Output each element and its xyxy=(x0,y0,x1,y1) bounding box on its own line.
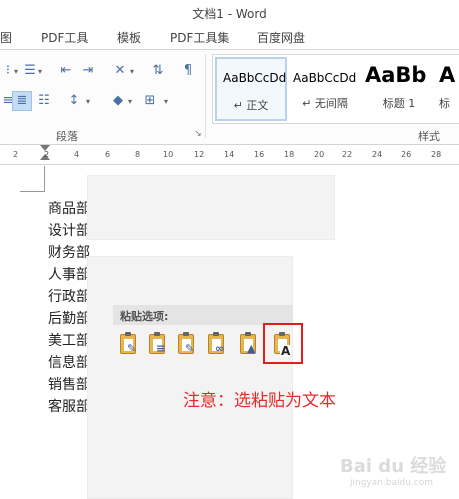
style-heading-2[interactable]: A 标 xyxy=(437,57,459,121)
style-preview: A xyxy=(439,63,456,87)
mini-toolbar-panel xyxy=(87,175,335,240)
paste-link-icon[interactable]: ∞ xyxy=(205,332,227,358)
chevron-down-icon[interactable]: ▾ xyxy=(128,97,132,106)
styles-group-label: 样式 xyxy=(418,130,440,143)
dialog-launcher-icon[interactable]: ↘ xyxy=(190,126,206,142)
line-spacing-icon[interactable]: ↕ xyxy=(66,93,82,109)
margin-corner-mark xyxy=(20,166,45,192)
style-name: ↵ 无间隔 xyxy=(302,97,348,110)
ruler-tick: 4 xyxy=(74,150,80,159)
ruler-tick: 22 xyxy=(342,150,353,159)
paste-use-destination-styles-icon[interactable]: ✎ xyxy=(175,332,197,358)
baidu-jingyan-watermark: Bai du 经验 xyxy=(340,456,447,477)
document-line[interactable]: 设计部 xyxy=(48,220,90,240)
ruler-tick: 2 xyxy=(13,150,19,159)
style-no-spacing[interactable]: AaBbCcDd ↵ 无间隔 xyxy=(289,57,361,121)
decrease-indent-icon[interactable]: ⇤ xyxy=(58,63,74,79)
ruler-tick: 12 xyxy=(194,150,205,159)
ruler-tick: 20 xyxy=(314,150,325,159)
ribbon-tabs: 图 PDF工具 模板 PDF工具集 百度网盘 xyxy=(0,24,459,50)
watermark-url: jingyan.baidu.com xyxy=(350,478,434,488)
chinese-layout-icon[interactable]: ✕ xyxy=(112,63,128,79)
document-line[interactable]: 美工部 xyxy=(48,330,90,350)
document-line[interactable]: 后勤部 xyxy=(48,308,90,328)
tab-templates[interactable]: 模板 xyxy=(117,29,141,46)
horizontal-ruler[interactable]: 2 2 4 6 8 10 12 14 16 18 20 22 24 26 28 xyxy=(0,145,459,165)
style-name: 标 xyxy=(439,97,450,110)
highlight-box xyxy=(263,323,303,364)
chevron-down-icon[interactable]: ▾ xyxy=(38,67,42,76)
document-line[interactable]: 商品部 xyxy=(48,198,90,218)
style-normal[interactable]: AaBbCcDd ↵ 正文 xyxy=(215,57,287,121)
ruler-tick: 10 xyxy=(163,150,174,159)
show-marks-icon[interactable]: ¶ xyxy=(180,63,196,79)
document-line[interactable]: 信息部 xyxy=(48,352,90,372)
style-name: ↵ 正文 xyxy=(233,99,269,112)
ruler-tick: 16 xyxy=(254,150,265,159)
distributed-align-icon[interactable]: ☷ xyxy=(36,93,52,109)
align-justify-icon[interactable]: ≣ xyxy=(14,93,30,109)
paste-picture-icon[interactable]: ▲ xyxy=(237,332,259,358)
multilevel-list-icon[interactable]: ☰ xyxy=(22,63,38,79)
document-line[interactable]: 销售部 xyxy=(48,374,90,394)
ruler-tick: 26 xyxy=(401,150,412,159)
paste-options-header: 粘贴选项: xyxy=(113,305,293,325)
ribbon: ⁝ ▾ ☰ ▾ ⇤ ⇥ ✕ ▾ ⇅ ¶ ≡ ≣ ☷ ↕ ▾ ◆ ▾ ⊞ ▾ 段落… xyxy=(0,50,459,145)
sort-icon[interactable]: ⇅ xyxy=(150,63,166,79)
styles-gallery: AaBbCcDd ↵ 正文 AaBbCcDd ↵ 无间隔 AaBb 标题 1 A… xyxy=(212,54,459,124)
document-line[interactable]: 行政部 xyxy=(48,286,90,306)
tab-baidu-netdisk[interactable]: 百度网盘 xyxy=(257,29,305,46)
document-line[interactable]: 财务部 xyxy=(48,242,90,262)
style-preview: AaBb xyxy=(365,63,427,87)
ruler-tick: 14 xyxy=(224,150,235,159)
context-menu xyxy=(87,256,293,499)
paste-keep-source-formatting-icon[interactable]: ✎ xyxy=(117,332,139,358)
ruler-tick: 2 xyxy=(44,150,50,159)
paragraph-group-label: 段落 xyxy=(56,130,78,143)
chevron-down-icon[interactable]: ▾ xyxy=(86,97,90,106)
ruler-tick: 8 xyxy=(135,150,141,159)
ruler-tick: 6 xyxy=(105,150,111,159)
paste-merge-formatting-icon[interactable]: ≡ xyxy=(146,332,168,358)
tab-pdf-tools[interactable]: PDF工具 xyxy=(41,29,88,46)
style-preview: AaBbCcDd xyxy=(223,71,287,85)
chevron-down-icon[interactable]: ▾ xyxy=(14,67,18,76)
chevron-down-icon[interactable]: ▾ xyxy=(164,97,168,106)
tab-pdf-toolset[interactable]: PDF工具集 xyxy=(170,29,229,46)
document-line[interactable]: 客服部 xyxy=(48,396,90,416)
shading-icon[interactable]: ◆ xyxy=(110,93,126,109)
borders-icon[interactable]: ⊞ xyxy=(142,93,158,109)
style-name: 标题 1 xyxy=(382,97,416,110)
paste-options-label: 粘贴选项: xyxy=(120,310,169,323)
group-divider xyxy=(205,54,206,138)
increase-indent-icon[interactable]: ⇥ xyxy=(80,63,96,79)
ruler-tick: 28 xyxy=(431,150,442,159)
title-bar: 文档1 - Word xyxy=(0,0,459,24)
ruler-tick: 18 xyxy=(284,150,295,159)
window-title: 文档1 - Word xyxy=(192,7,267,21)
style-heading-1[interactable]: AaBb 标题 1 xyxy=(363,57,435,121)
tab-view[interactable]: 图 xyxy=(0,29,12,46)
chevron-down-icon[interactable]: ▾ xyxy=(130,67,134,76)
annotation-note: 注意：选粘贴为文本 xyxy=(183,391,336,411)
style-preview: AaBbCcDd xyxy=(293,71,357,85)
document-line[interactable]: 人事部 xyxy=(48,264,90,284)
ruler-tick: 24 xyxy=(372,150,383,159)
